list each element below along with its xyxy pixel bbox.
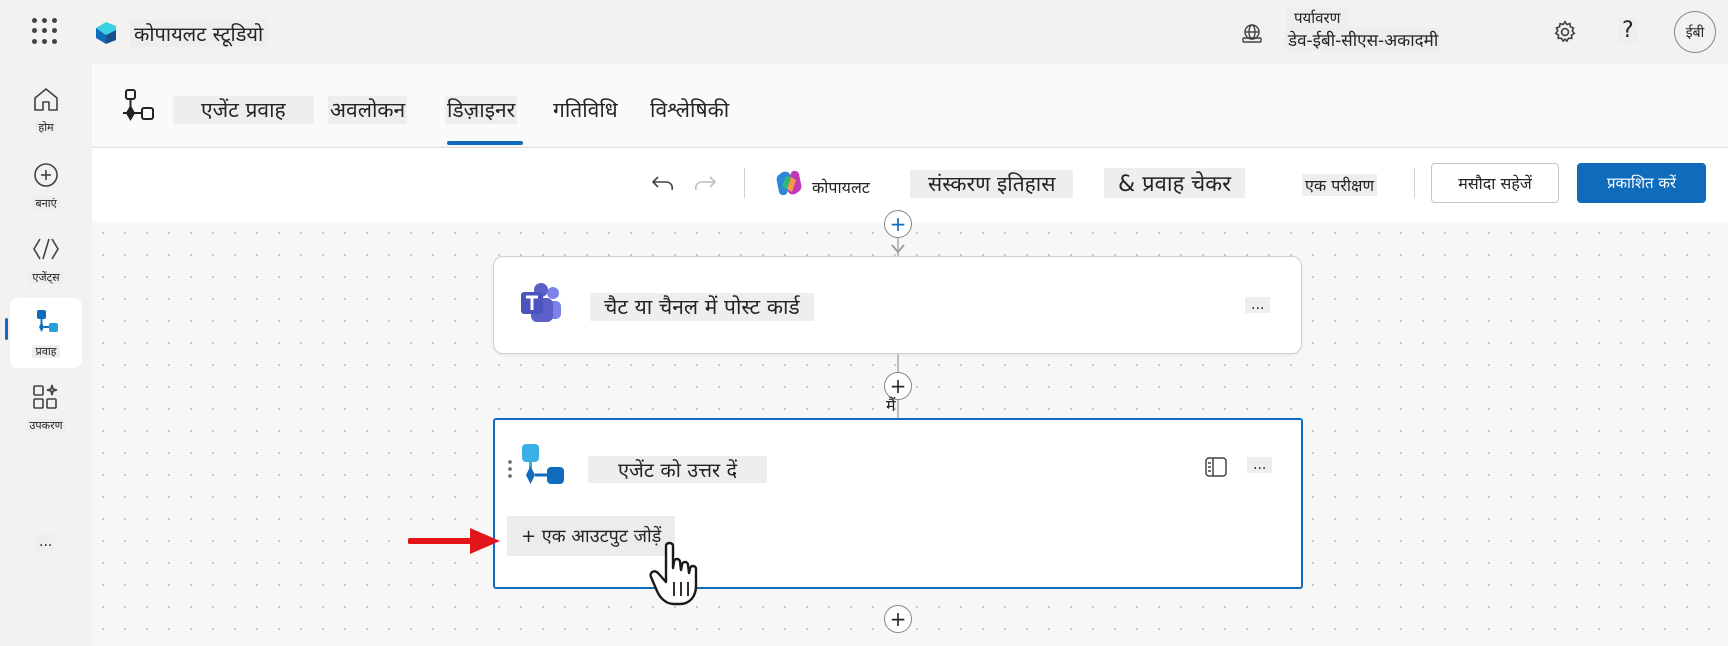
publish-button[interactable]: प्रकाशित करें xyxy=(1577,163,1706,203)
rail-item-create[interactable]: बनाएं xyxy=(10,150,82,220)
rail-label-create: बनाएं xyxy=(32,197,60,210)
rail-label-agents: एजेंट्स xyxy=(29,271,63,284)
connector-arrow-icon xyxy=(891,244,905,254)
rail-item-agents[interactable]: एजेंट्स xyxy=(10,224,82,294)
environment-label: पर्यावरण xyxy=(1286,8,1349,28)
version-history-button[interactable]: संस्करण इतिहास xyxy=(910,170,1074,198)
copilot-studio-logo xyxy=(96,22,116,44)
copilot-icon[interactable] xyxy=(774,168,804,198)
user-avatar[interactable]: ईबी xyxy=(1674,11,1716,53)
drag-handle-icon[interactable] xyxy=(505,458,515,480)
agent-flow-icon xyxy=(123,89,154,121)
tab-designer[interactable]: डिज़ाइनर xyxy=(445,96,518,124)
details-pane-icon[interactable] xyxy=(1204,456,1228,478)
rail-item-tools[interactable]: उपकरण xyxy=(10,372,82,442)
tab-activity[interactable]: गतिविधि xyxy=(551,96,620,124)
create-icon xyxy=(34,163,58,187)
flow-name: एजेंट प्रवाह xyxy=(173,96,314,124)
toolbar-divider xyxy=(1414,168,1415,198)
app-launcher-icon[interactable] xyxy=(32,18,58,44)
hand-cursor-icon xyxy=(649,541,698,606)
top-bar: कोपायलट स्टूडियो पर्यावरण डेव-ईबी-सीएस-अ… xyxy=(0,0,1728,64)
flows-icon xyxy=(37,310,58,332)
home-icon xyxy=(34,88,58,111)
settings-gear-icon[interactable] xyxy=(1552,19,1578,45)
teams-action-card[interactable]: चैट या चैनल में पोस्ट कार्ड ... xyxy=(493,256,1302,354)
respond-card-more-button[interactable]: ... xyxy=(1247,457,1273,473)
rail-label-home: होम xyxy=(35,121,57,134)
respond-to-agent-card[interactable]: एजेंट को उत्तर दें ... + एक आउटपुट जोड़े… xyxy=(493,418,1303,589)
left-nav-rail: होम बनाएं एजेंट्स प्रवाह उपकरण ... xyxy=(0,64,92,646)
tools-icon xyxy=(33,384,58,409)
app-title[interactable]: कोपायलट स्टूडियो xyxy=(130,20,268,47)
active-tab-indicator xyxy=(447,141,523,145)
environment-icon[interactable] xyxy=(1240,21,1264,45)
redo-icon[interactable] xyxy=(692,168,718,198)
help-icon[interactable]: ? xyxy=(1618,18,1638,43)
respond-card-title: एजेंट को उत्तर दें xyxy=(588,456,768,483)
rail-active-indicator xyxy=(5,318,8,340)
red-arrow-icon xyxy=(408,528,500,554)
flow-checker-button[interactable]: & प्रवाह चेकर xyxy=(1104,168,1246,198)
rail-item-home[interactable]: होम xyxy=(10,74,82,144)
toolbar-divider xyxy=(744,168,745,198)
add-step-plus-icon[interactable]: + xyxy=(884,210,912,238)
rail-item-flows[interactable]: प्रवाह xyxy=(10,298,82,368)
teams-icon xyxy=(521,283,561,322)
teams-card-more-button[interactable]: ... xyxy=(1245,297,1271,313)
tab-overview[interactable]: अवलोकन xyxy=(328,96,408,124)
agents-icon xyxy=(33,238,59,260)
agent-flow-node-icon xyxy=(522,444,564,484)
rail-more-button[interactable]: ... xyxy=(36,534,56,550)
tab-analytics[interactable]: विश्लेषिकी xyxy=(648,96,731,124)
copilot-label[interactable]: कोपायलट xyxy=(812,176,870,198)
save-draft-button[interactable]: मसौदा सहेजें xyxy=(1431,163,1559,203)
teams-card-title: चैट या चैनल में पोस्ट कार्ड xyxy=(590,293,814,321)
rail-label-tools: उपकरण xyxy=(26,419,66,432)
rail-label-flows: प्रवाह xyxy=(32,345,60,358)
environment-value[interactable]: डेव-ईबी-सीएस-अकादमी xyxy=(1285,28,1442,51)
undo-icon[interactable] xyxy=(650,168,676,198)
connector-label: मैं xyxy=(886,396,896,415)
add-step-plus-icon[interactable]: + xyxy=(884,605,912,633)
test-button[interactable]: एक परीक्षण xyxy=(1302,174,1378,196)
